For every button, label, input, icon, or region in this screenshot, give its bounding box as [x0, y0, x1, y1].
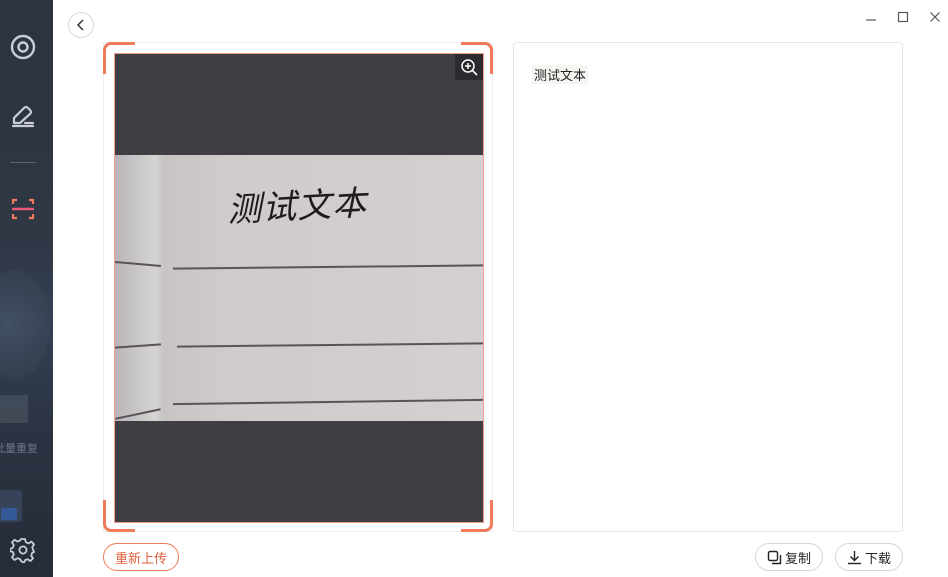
close-icon — [930, 12, 940, 22]
close-button[interactable] — [926, 8, 944, 26]
text-scan-icon — [11, 198, 35, 220]
minimize-button[interactable] — [862, 8, 880, 26]
minimize-icon — [866, 19, 876, 21]
photo-ruled-line — [115, 343, 162, 349]
copy-button[interactable]: 复制 — [755, 543, 823, 571]
maximize-icon — [897, 11, 909, 23]
sidebar-item-text-scan[interactable] — [10, 196, 36, 222]
photo-ruled-line — [176, 342, 483, 348]
maximize-button[interactable] — [894, 8, 912, 26]
download-button[interactable]: 下载 — [835, 543, 903, 571]
ocr-result-panel[interactable]: 测试文本 — [513, 42, 903, 532]
zoom-in-icon — [461, 59, 478, 76]
chevron-left-icon — [76, 19, 84, 31]
back-button[interactable] — [68, 12, 94, 38]
photo-handwriting: 测试文本 — [226, 183, 369, 231]
image-preview-panel: 测试文本 — [103, 42, 493, 532]
photo-ruled-line — [173, 398, 483, 406]
sidebar: 批量重复 — [0, 0, 53, 577]
scan-target-icon — [10, 34, 36, 60]
sidebar-item-edit[interactable] — [10, 102, 36, 128]
settings-button[interactable] — [10, 537, 36, 563]
ocr-result-text[interactable]: 测试文本 — [532, 65, 589, 84]
zoom-button[interactable] — [455, 54, 483, 80]
sidebar-divider — [10, 162, 36, 163]
background-decoration — [0, 270, 50, 380]
copy-icon — [767, 550, 782, 564]
copy-button-label: 复制 — [784, 550, 811, 566]
background-doc-icon — [0, 490, 22, 522]
background-text: 批量重复 — [0, 443, 38, 455]
uploaded-photo: 测试文本 — [115, 155, 483, 421]
photo-ruled-line — [115, 260, 161, 268]
image-viewport: 测试文本 — [114, 53, 484, 523]
photo-ruled-line — [172, 264, 483, 270]
background-decoration-block — [0, 395, 28, 423]
download-button-label: 下载 — [864, 550, 891, 566]
sidebar-item-scan[interactable] — [10, 34, 36, 60]
edit-sign-icon — [11, 105, 35, 128]
reupload-button[interactable]: 重新上传 — [103, 543, 179, 571]
photo-ruled-line — [115, 408, 161, 420]
gear-icon — [10, 538, 35, 563]
download-icon — [847, 550, 861, 564]
